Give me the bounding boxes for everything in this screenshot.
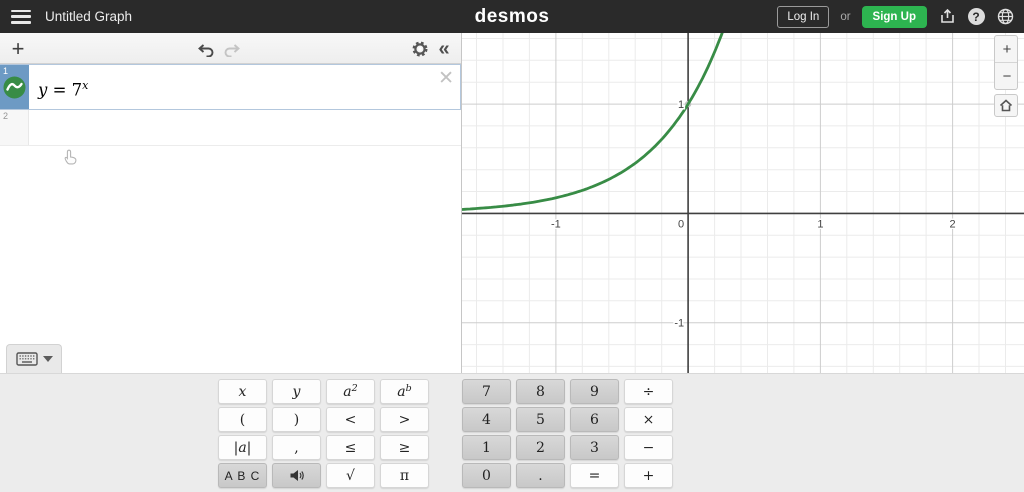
- collapse-panel-button[interactable]: «: [432, 37, 456, 61]
- key-divide[interactable]: ÷: [624, 379, 673, 404]
- svg-text:1: 1: [678, 99, 684, 111]
- key-greater-than[interactable]: >: [380, 407, 429, 432]
- key-7[interactable]: 7: [462, 379, 511, 404]
- key-greater-equal[interactable]: ≥: [380, 435, 429, 460]
- keypad-left-block: x y a 2 a b () < > |a|, ≤ ≥ A B C √ π: [218, 379, 429, 488]
- key-decimal[interactable]: .: [516, 463, 565, 488]
- keypad-number-block: 7 8 9 ÷ 4 5 6 × 1 2 3− 0. = +: [462, 379, 673, 488]
- keyboard-toggle-button[interactable]: [6, 344, 62, 373]
- key-multiply[interactable]: ×: [624, 407, 673, 432]
- delete-expression-icon[interactable]: ✕: [438, 69, 454, 88]
- login-button[interactable]: Log In: [777, 5, 830, 28]
- key-a-squared[interactable]: a2: [326, 379, 375, 404]
- key-comma[interactable]: ,: [272, 435, 321, 460]
- key-1[interactable]: 1: [462, 435, 511, 460]
- curve-color-icon[interactable]: [3, 76, 26, 99]
- graph-title[interactable]: Untitled Graph: [45, 9, 132, 24]
- mouse-cursor: [64, 149, 77, 165]
- key-9[interactable]: 9: [570, 379, 619, 404]
- svg-text:-1: -1: [551, 218, 561, 230]
- header: Untitled Graph desmos Log In or Sign Up …: [0, 0, 1024, 33]
- key-a-power-b[interactable]: ab: [380, 379, 429, 404]
- share-icon[interactable]: [938, 8, 956, 26]
- expression-toolbar: + «: [0, 33, 461, 64]
- svg-text:0: 0: [678, 218, 684, 230]
- expression-gutter-1[interactable]: 1: [0, 65, 29, 109]
- expression-panel: + « 1 y = 7x ✕ 2: [0, 33, 462, 373]
- key-5[interactable]: 5: [516, 407, 565, 432]
- expression-gutter-2[interactable]: 2: [0, 110, 29, 145]
- key-abc[interactable]: A B C: [218, 463, 267, 488]
- zoom-button-group: + −: [994, 35, 1018, 90]
- zoom-in-button[interactable]: +: [995, 36, 1017, 62]
- expression-latex[interactable]: y = 7x: [38, 79, 88, 109]
- chevron-down-icon: [42, 356, 53, 362]
- key-less-than[interactable]: <: [326, 407, 375, 432]
- add-expression-button[interactable]: +: [6, 37, 30, 61]
- expression-index: 1: [3, 66, 9, 76]
- expression-row-1[interactable]: 1 y = 7x ✕: [0, 64, 461, 110]
- undo-button[interactable]: [194, 37, 218, 61]
- key-x[interactable]: x: [218, 379, 267, 404]
- redo-button[interactable]: [220, 37, 244, 61]
- key-close-paren[interactable]: ): [272, 407, 321, 432]
- key-y[interactable]: y: [272, 379, 321, 404]
- key-abs-value[interactable]: |a|: [218, 435, 267, 460]
- home-icon: [999, 99, 1013, 112]
- expression-index: 2: [3, 111, 9, 121]
- expression-row-2[interactable]: 2: [0, 110, 461, 146]
- key-8[interactable]: 8: [516, 379, 565, 404]
- key-0[interactable]: 0: [462, 463, 511, 488]
- onscreen-keypad: x y a 2 a b () < > |a|, ≤ ≥ A B C √ π 7 8 9 ÷ 4 5 6 × 1 2 3− 0. = +…: [0, 373, 1024, 492]
- graph-paper[interactable]: -1 0 1 2 -1 1: [460, 19, 1024, 373]
- key-equals[interactable]: =: [570, 463, 619, 488]
- help-icon[interactable]: ?: [967, 8, 985, 26]
- language-globe-icon[interactable]: [996, 8, 1014, 26]
- or-label: or: [840, 10, 851, 23]
- home-button[interactable]: [994, 94, 1018, 117]
- zoom-out-button[interactable]: −: [995, 63, 1017, 89]
- svg-text:1: 1: [817, 218, 823, 230]
- key-4[interactable]: 4: [462, 407, 511, 432]
- key-pi[interactable]: π: [380, 463, 429, 488]
- key-sqrt[interactable]: √: [326, 463, 375, 488]
- key-audio[interactable]: [272, 463, 321, 488]
- hamburger-menu-icon[interactable]: [11, 9, 31, 24]
- keyboard-icon: [15, 352, 38, 366]
- key-subtract[interactable]: −: [624, 435, 673, 460]
- key-2[interactable]: 2: [516, 435, 565, 460]
- graph-canvas[interactable]: -1 0 1 2 -1 1: [460, 19, 1024, 373]
- key-open-paren[interactable]: (: [218, 407, 267, 432]
- svg-text:-1: -1: [674, 318, 684, 330]
- key-less-equal[interactable]: ≤: [326, 435, 375, 460]
- settings-gear-icon[interactable]: [408, 37, 432, 61]
- key-6[interactable]: 6: [570, 407, 619, 432]
- key-add[interactable]: +: [624, 463, 673, 488]
- signup-button[interactable]: Sign Up: [861, 5, 927, 28]
- svg-text:2: 2: [950, 218, 956, 230]
- key-3[interactable]: 3: [570, 435, 619, 460]
